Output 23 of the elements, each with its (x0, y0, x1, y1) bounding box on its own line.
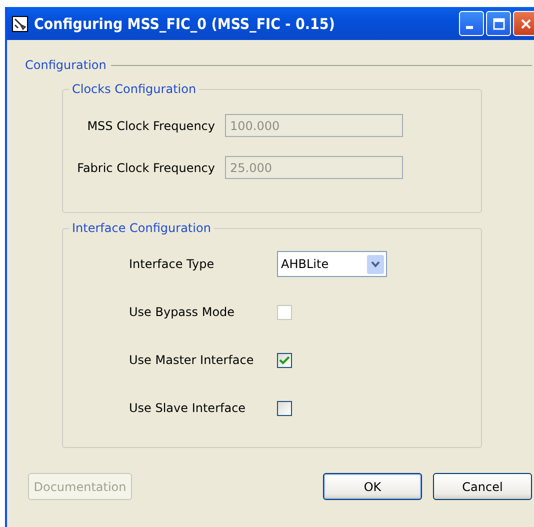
maximize-icon (492, 18, 504, 30)
dialog-button[interactable]: OK (323, 473, 422, 500)
app-icon (12, 16, 28, 32)
checkbox[interactable] (277, 400, 292, 416)
group-title: Clocks Configuration (71, 82, 198, 96)
section-title: Configuration (24, 58, 108, 72)
field-label: Fabric Clock Frequency (76, 160, 216, 174)
minimize-icon (466, 26, 473, 29)
field-label: MSS Clock Frequency (86, 118, 216, 132)
dialog-button[interactable]: Cancel (433, 473, 532, 500)
option-label: Use Slave Interface (128, 401, 247, 415)
minimize-button[interactable] (459, 11, 484, 36)
group-title: Interface Configuration (71, 221, 212, 235)
option-label: Interface Type (128, 257, 216, 271)
option-label: Use Master Interface (128, 353, 255, 367)
dropdown[interactable]: AHBLite (277, 251, 387, 277)
close-button[interactable] (513, 11, 534, 36)
close-icon (520, 18, 532, 30)
maximize-button[interactable] (486, 11, 511, 36)
window-title: Configuring MSS_FIC_0 (MSS_FIC - 0.15) (34, 14, 335, 32)
checkbox[interactable] (277, 352, 292, 368)
caret-icon (367, 254, 384, 274)
option-label: Use Bypass Mode (128, 305, 236, 319)
